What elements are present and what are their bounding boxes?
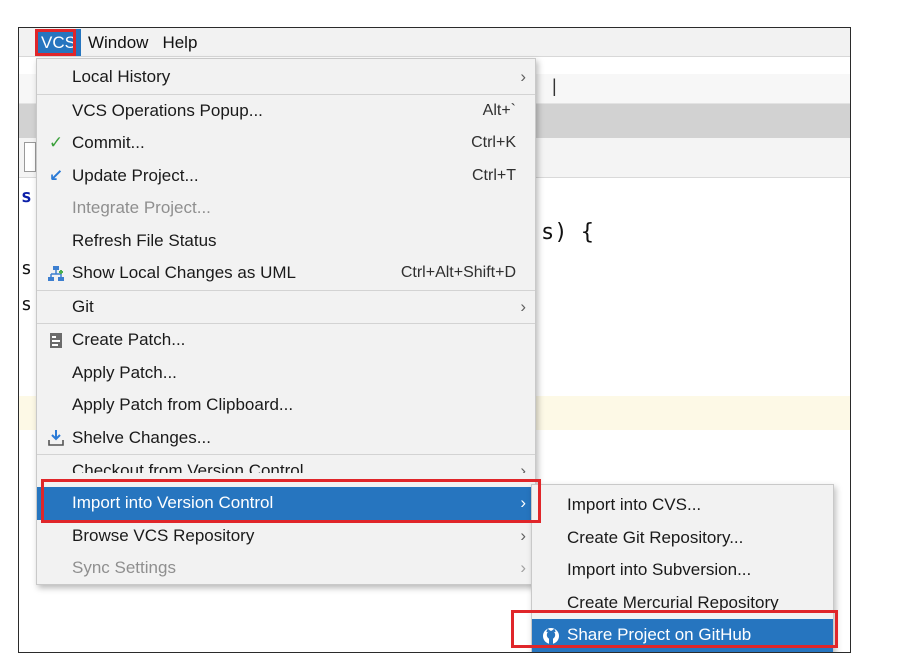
menu-item-apply-patch[interactable]: Apply Patch... [37,357,535,390]
uml-diagram-icon [46,257,66,289]
menu-vcs[interactable]: VCS [36,28,81,56]
menu-help[interactable]: Help [155,29,204,56]
menu-item-shortcut: Ctrl+T [472,166,516,184]
menu-item-label: Import into Subversion... [567,560,752,579]
menu-item-label: Show Local Changes as UML [72,263,296,282]
menu-item-label: Integrate Project... [72,198,211,217]
menu-item-label: Create Git Repository... [567,527,744,547]
menu-item-shortcut: Alt+` [482,101,516,119]
menu-item-commit[interactable]: ✓ Commit... Ctrl+K [37,127,535,160]
menu-item-label: VCS Operations Popup... [72,100,263,120]
menu-item-shortcut: Ctrl+Alt+Shift+D [400,264,516,281]
submenu-item-import-cvs[interactable]: Import into CVS... [532,489,833,522]
menu-item-local-history[interactable]: Local History › [37,61,535,94]
patch-icon [46,324,66,356]
menu-item-show-local-changes-uml[interactable]: Show Local Changes as UML Ctrl+Alt+Shift… [37,257,535,290]
menu-item-git[interactable]: Git › [37,291,535,324]
toolbar-divider: | [552,76,557,96]
code-fragment: s [21,258,32,279]
menu-item-refresh-file-status[interactable]: Refresh File Status [37,225,535,258]
menu-window[interactable]: Window [81,29,155,56]
vcs-dropdown-menu: Local History › VCS Operations Popup... … [36,58,536,585]
shelve-icon [46,422,66,454]
menu-item-vcs-operations-popup[interactable]: VCS Operations Popup... Alt+` [37,95,535,128]
ide-window: | s s s s) { VCS Window Help Local Histo… [18,27,851,653]
submenu-item-import-subversion[interactable]: Import into Subversion... [532,554,833,587]
chevron-right-icon: › [520,558,526,577]
menu-item-label: Refresh File Status [72,230,217,250]
breadcrumb-field[interactable] [24,142,36,172]
update-arrow-icon: ↙ [48,165,64,185]
menu-item-label: Import into Version Control [72,493,274,512]
github-icon [541,619,561,651]
menu-item-sync-settings[interactable]: Sync Settings › [37,552,535,585]
chevron-right-icon: › [520,525,526,545]
code-fragment: s [21,186,32,207]
menu-item-label: Update Project... [72,165,199,185]
code-fragment: s [21,294,32,315]
menu-item-shelve-changes[interactable]: Shelve Changes... [37,422,535,455]
check-icon: ✓ [48,133,64,152]
menu-item-label: Git [72,296,94,316]
menu-item-checkout[interactable]: Checkout from Version Control › [37,455,535,473]
menu-item-create-patch[interactable]: Create Patch... [37,324,535,357]
menu-item-browse-vcs-repository[interactable]: Browse VCS Repository › [37,520,535,553]
menu-item-label: Checkout from Version Control [72,461,304,473]
submenu-item-create-git-repository[interactable]: Create Git Repository... [532,522,833,555]
menu-item-apply-patch-clipboard[interactable]: Apply Patch from Clipboard... [37,389,535,422]
import-submenu: Import into CVS... Create Git Repository… [531,484,834,652]
menu-item-label: Commit... [72,133,145,152]
menu-item-label: Create Patch... [72,330,186,349]
submenu-item-create-mercurial-repository[interactable]: Create Mercurial Repository [532,587,833,620]
menu-bar: VCS Window Help [19,28,850,57]
menu-item-label: Browse VCS Repository [72,525,255,545]
menu-item-label: Apply Patch... [72,362,177,382]
menu-item-label: Shelve Changes... [72,427,211,447]
chevron-right-icon: › [520,67,526,86]
submenu-item-share-on-github[interactable]: Share Project on GitHub [532,619,833,652]
code-fragment: s) { [541,220,594,245]
menu-item-integrate-project[interactable]: Integrate Project... [37,192,535,225]
chevron-right-icon: › [520,461,526,473]
menu-item-import-into-vcs[interactable]: Import into Version Control › [37,487,535,520]
menu-item-label: Sync Settings [72,558,176,577]
menu-item-label: Local History [72,67,171,86]
menu-item-update-project[interactable]: ↙ Update Project... Ctrl+T [37,160,535,193]
menu-item-label: Create Mercurial Repository [567,592,779,612]
menu-item-label: Import into CVS... [567,495,702,514]
menu-item-label: Share Project on GitHub [567,625,752,644]
menu-item-label: Apply Patch from Clipboard... [72,395,294,414]
menu-item-shortcut: Ctrl+K [471,134,516,151]
chevron-right-icon: › [520,493,526,512]
chevron-right-icon: › [520,296,526,316]
